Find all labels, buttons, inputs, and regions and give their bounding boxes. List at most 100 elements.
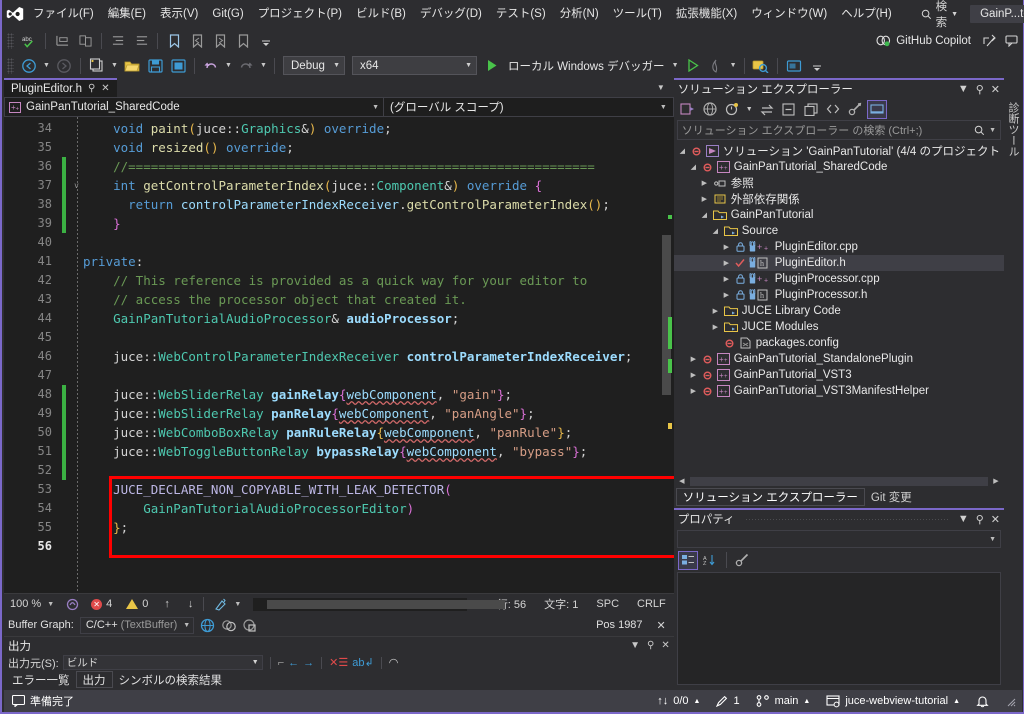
chevron-right-icon[interactable]: ▶ xyxy=(688,387,699,395)
toolbar-overflow-icon[interactable] xyxy=(255,30,277,51)
toolbar-overflow-icon-2[interactable] xyxy=(806,55,828,76)
intellicode-icon[interactable] xyxy=(62,598,83,611)
property-pages-icon[interactable] xyxy=(733,551,753,570)
menu-test[interactable]: テスト(S) xyxy=(489,2,553,26)
editor-vertical-scrollbar[interactable] xyxy=(658,117,674,593)
search-icon[interactable] xyxy=(974,125,985,136)
code-folding-column[interactable]: v xyxy=(69,117,83,593)
chevron-right-icon[interactable]: ▶ xyxy=(699,179,710,187)
decrease-indent-icon[interactable] xyxy=(51,30,73,51)
quick-actions-icon[interactable] xyxy=(206,598,232,611)
new-project-icon[interactable] xyxy=(86,55,108,76)
outdent-lines-icon[interactable] xyxy=(130,30,152,51)
buffer-stack-icon[interactable] xyxy=(242,618,257,633)
menu-view[interactable]: 表示(V) xyxy=(153,2,205,26)
github-copilot-button[interactable]: GitHub Copilot xyxy=(870,34,977,47)
scroll-right-icon[interactable]: ▶ xyxy=(990,477,1002,485)
solution-platform-select[interactable]: x64 ▼ xyxy=(352,56,477,75)
pin-panel-icon[interactable]: ⚲ xyxy=(976,513,984,526)
line-ending-indicator[interactable]: CRLF xyxy=(629,598,674,610)
document-tab-plugineditor-h[interactable]: PluginEditor.h ⚲ ✕ xyxy=(4,78,117,97)
redo-icon[interactable] xyxy=(235,55,257,76)
share-icon[interactable] xyxy=(978,30,1000,51)
menu-build[interactable]: ビルド(B) xyxy=(349,2,413,26)
live-visual-tree-icon[interactable] xyxy=(783,55,805,76)
zoom-select[interactable]: 100 % ▼ xyxy=(8,598,60,610)
chevron-right-icon[interactable]: ▶ xyxy=(721,243,732,251)
view-code-icon[interactable] xyxy=(823,100,843,119)
pin-panel-icon[interactable]: ⚲ xyxy=(647,640,654,651)
chevron-down-icon[interactable]: ◢ xyxy=(677,147,688,155)
select-element-icon[interactable] xyxy=(750,55,772,76)
output-list-icon[interactable]: ⌐ xyxy=(278,657,284,669)
status-branch[interactable]: main ▲ xyxy=(748,690,819,712)
switch-views-icon[interactable] xyxy=(678,100,698,119)
find-next-icon[interactable]: → xyxy=(303,657,314,669)
navbar-scope-select[interactable]: (グローバル スコープ) ▼ xyxy=(384,97,674,117)
properties-grid[interactable] xyxy=(676,572,1001,685)
start-debugging-icon[interactable] xyxy=(481,55,503,76)
navigate-back-dropdown-icon[interactable]: ▼ xyxy=(41,55,52,76)
navbar-project-select[interactable]: + + GainPanTutorial_SharedCode ▼ xyxy=(4,97,384,117)
tree-item[interactable]: ▶ h PluginProcessor.h xyxy=(674,287,1004,303)
error-count-indicator[interactable]: ✕ 4 xyxy=(85,598,118,610)
tab-symbol-results[interactable]: シンボルの検索結果 xyxy=(113,671,229,688)
toggle-wordwrap-icon[interactable]: ab↲ xyxy=(352,656,373,669)
properties-icon[interactable] xyxy=(845,100,865,119)
chevron-right-icon[interactable]: ▶ xyxy=(721,291,732,299)
chevron-right-icon[interactable]: ▶ xyxy=(699,195,710,203)
toolbar-grip-icon-2[interactable] xyxy=(7,57,14,74)
preview-selected-items-icon[interactable] xyxy=(866,99,887,119)
tree-item[interactable]: ◢ GainPanTutorial xyxy=(674,207,1004,223)
sync-with-active-document-icon[interactable] xyxy=(757,100,777,119)
close-buffer-graph-icon[interactable]: ✕ xyxy=(657,619,674,632)
indentation-indicator[interactable]: SPC xyxy=(588,598,627,610)
navigate-forward-icon[interactable] xyxy=(53,55,75,76)
close-panel-icon[interactable]: ✕ xyxy=(661,640,669,651)
status-repository[interactable]: juce-webview-tutorial ▲ xyxy=(818,690,968,712)
buffer-web-icon[interactable] xyxy=(200,618,215,633)
indent-lines-icon[interactable] xyxy=(107,30,129,51)
editor-horizontal-scrollbar[interactable] xyxy=(253,597,506,611)
pending-changes-icon[interactable] xyxy=(722,100,742,119)
github-icon[interactable] xyxy=(700,100,720,119)
chevron-down-icon[interactable]: ▼ xyxy=(985,127,996,134)
tree-item[interactable]: ▶ h PluginEditor.h xyxy=(673,255,1004,271)
menu-debug[interactable]: デバッグ(D) xyxy=(413,2,489,26)
new-project-dropdown-icon[interactable]: ▼ xyxy=(109,55,120,76)
chevron-down-icon[interactable]: ▼ xyxy=(234,601,247,608)
open-file-icon[interactable] xyxy=(121,55,143,76)
menu-git[interactable]: Git(G) xyxy=(205,2,250,26)
toggle-bookmark-icon[interactable] xyxy=(163,30,185,51)
toolbar-grip-icon[interactable] xyxy=(7,32,14,49)
resize-grip[interactable] xyxy=(997,690,1018,712)
chevron-right-icon[interactable]: ▶ xyxy=(688,371,699,379)
chevron-right-icon[interactable]: ▶ xyxy=(710,323,721,331)
close-panel-icon[interactable]: ✕ xyxy=(991,513,1000,526)
close-panel-icon[interactable]: ✕ xyxy=(991,83,1000,96)
tree-item[interactable]: ◢ ソリューション 'GainPanTutorial' (4/4 のプロジェクト xyxy=(674,143,1004,159)
solution-configuration-select[interactable]: Debug ▼ xyxy=(283,56,345,75)
tree-item[interactable]: ▶ + + GainPanTutorial_VST3ManifestHelper xyxy=(674,383,1004,399)
categorized-view-icon[interactable] xyxy=(677,550,698,570)
tree-item[interactable]: ▶ + + PluginProcessor.cpp xyxy=(674,271,1004,287)
buffer-type-select[interactable]: C/C++ (TextBuffer) ▼ xyxy=(79,616,195,634)
menu-edit[interactable]: 編集(E) xyxy=(101,2,153,26)
code-text-column[interactable]: void paint(juce::Graphics&) override; vo… xyxy=(83,117,674,593)
undo-dropdown-icon[interactable]: ▼ xyxy=(223,55,234,76)
solution-explorer-search[interactable]: ソリューション エクスプローラー の検索 (Ctrl+;) ▼ xyxy=(676,120,1001,140)
alphabetical-view-icon[interactable]: AZ xyxy=(700,551,720,570)
previous-bookmark-icon[interactable] xyxy=(186,30,208,51)
undo-icon[interactable] xyxy=(200,55,222,76)
tree-item[interactable]: ▶ + + GainPanTutorial_VST3 xyxy=(674,367,1004,383)
tree-item[interactable]: ◢ Source xyxy=(674,223,1004,239)
code-editor[interactable]: 34 35 36 37 38 39 40 41 42 43 44 45 46 47 48 49 50 51 52 53… xyxy=(4,117,674,593)
show-all-files-icon[interactable] xyxy=(801,100,821,119)
pin-tab-icon[interactable]: ⚲ xyxy=(88,83,95,94)
status-notifications[interactable] xyxy=(968,690,997,712)
chevron-down-icon[interactable]: ▼ xyxy=(958,513,969,525)
tab-git-changes[interactable]: Git 変更 xyxy=(865,488,918,506)
properties-object-select[interactable]: ▼ xyxy=(676,530,1001,548)
start-debugging-label[interactable]: ローカル Windows デバッガー xyxy=(504,58,669,74)
tab-error-list[interactable]: エラー一覧 xyxy=(6,671,76,688)
